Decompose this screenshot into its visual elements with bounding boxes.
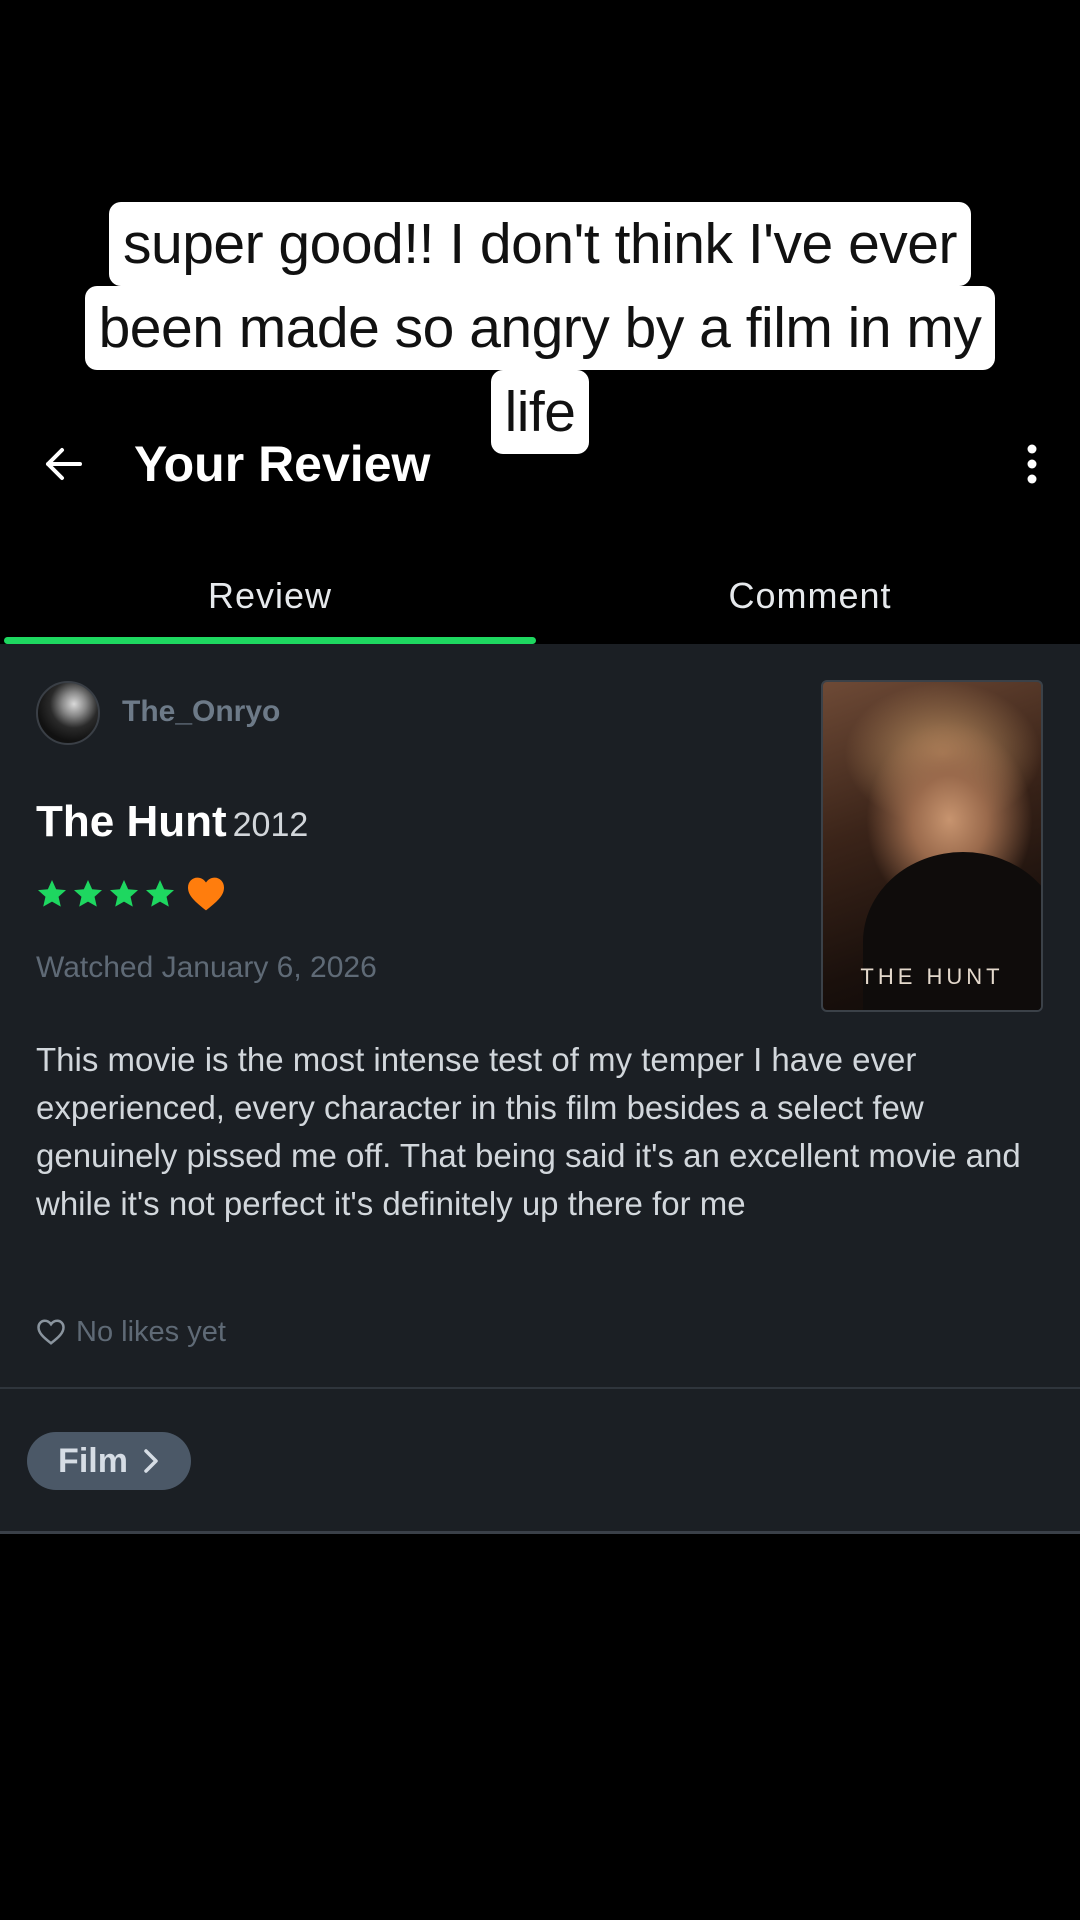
heart-outline-icon (37, 1319, 65, 1345)
page-title: Your Review (134, 436, 431, 492)
film-link-row: Film (0, 1389, 1080, 1531)
tab-review[interactable]: Review (0, 556, 540, 644)
film-chip-button[interactable]: Film (27, 1432, 191, 1490)
film-year: 2012 (232, 806, 309, 844)
poster-title: THE HUNT (860, 964, 1004, 989)
app-header: Your Review (0, 420, 1080, 508)
film-name: The Hunt (36, 797, 227, 846)
star-rating (36, 874, 226, 914)
review-body: This movie is the most intense test of m… (36, 1041, 1021, 1222)
active-tab-indicator (4, 637, 536, 644)
caption-line: super good!! I don't think I've ever (109, 202, 971, 286)
caption-line: been made so angry by a film in my (84, 286, 996, 370)
video-caption-overlay: super good!! I don't think I've ever bee… (0, 202, 1080, 454)
back-button[interactable] (34, 434, 94, 494)
star-icon (38, 880, 66, 907)
divider (0, 1531, 1080, 1534)
likes-button[interactable]: No likes yet (36, 1314, 226, 1350)
film-chip-label: Film (58, 1441, 128, 1480)
watched-date: Watched January 6, 2026 (36, 951, 377, 984)
avatar[interactable] (36, 681, 100, 745)
star-icon (146, 880, 174, 907)
more-options-button[interactable] (1004, 434, 1060, 494)
star-icon (74, 880, 102, 907)
arrow-left-icon (46, 448, 82, 480)
chevron-right-icon (144, 1449, 158, 1473)
liked-heart-icon (188, 877, 224, 911)
review-card: The_Onryo The Hunt 2012 Watched January 6… (0, 644, 1080, 1388)
star-icon (110, 880, 138, 907)
likes-count-text: No likes yet (76, 1316, 226, 1348)
more-vertical-icon (1027, 444, 1037, 484)
film-poster[interactable]: THE HUNT (821, 680, 1043, 1012)
film-title[interactable]: The Hunt 2012 (36, 792, 308, 862)
tab-comment[interactable]: Comment (540, 556, 1080, 644)
username[interactable]: The_Onryo (122, 694, 280, 730)
tab-bar: Review Comment (0, 556, 1080, 644)
